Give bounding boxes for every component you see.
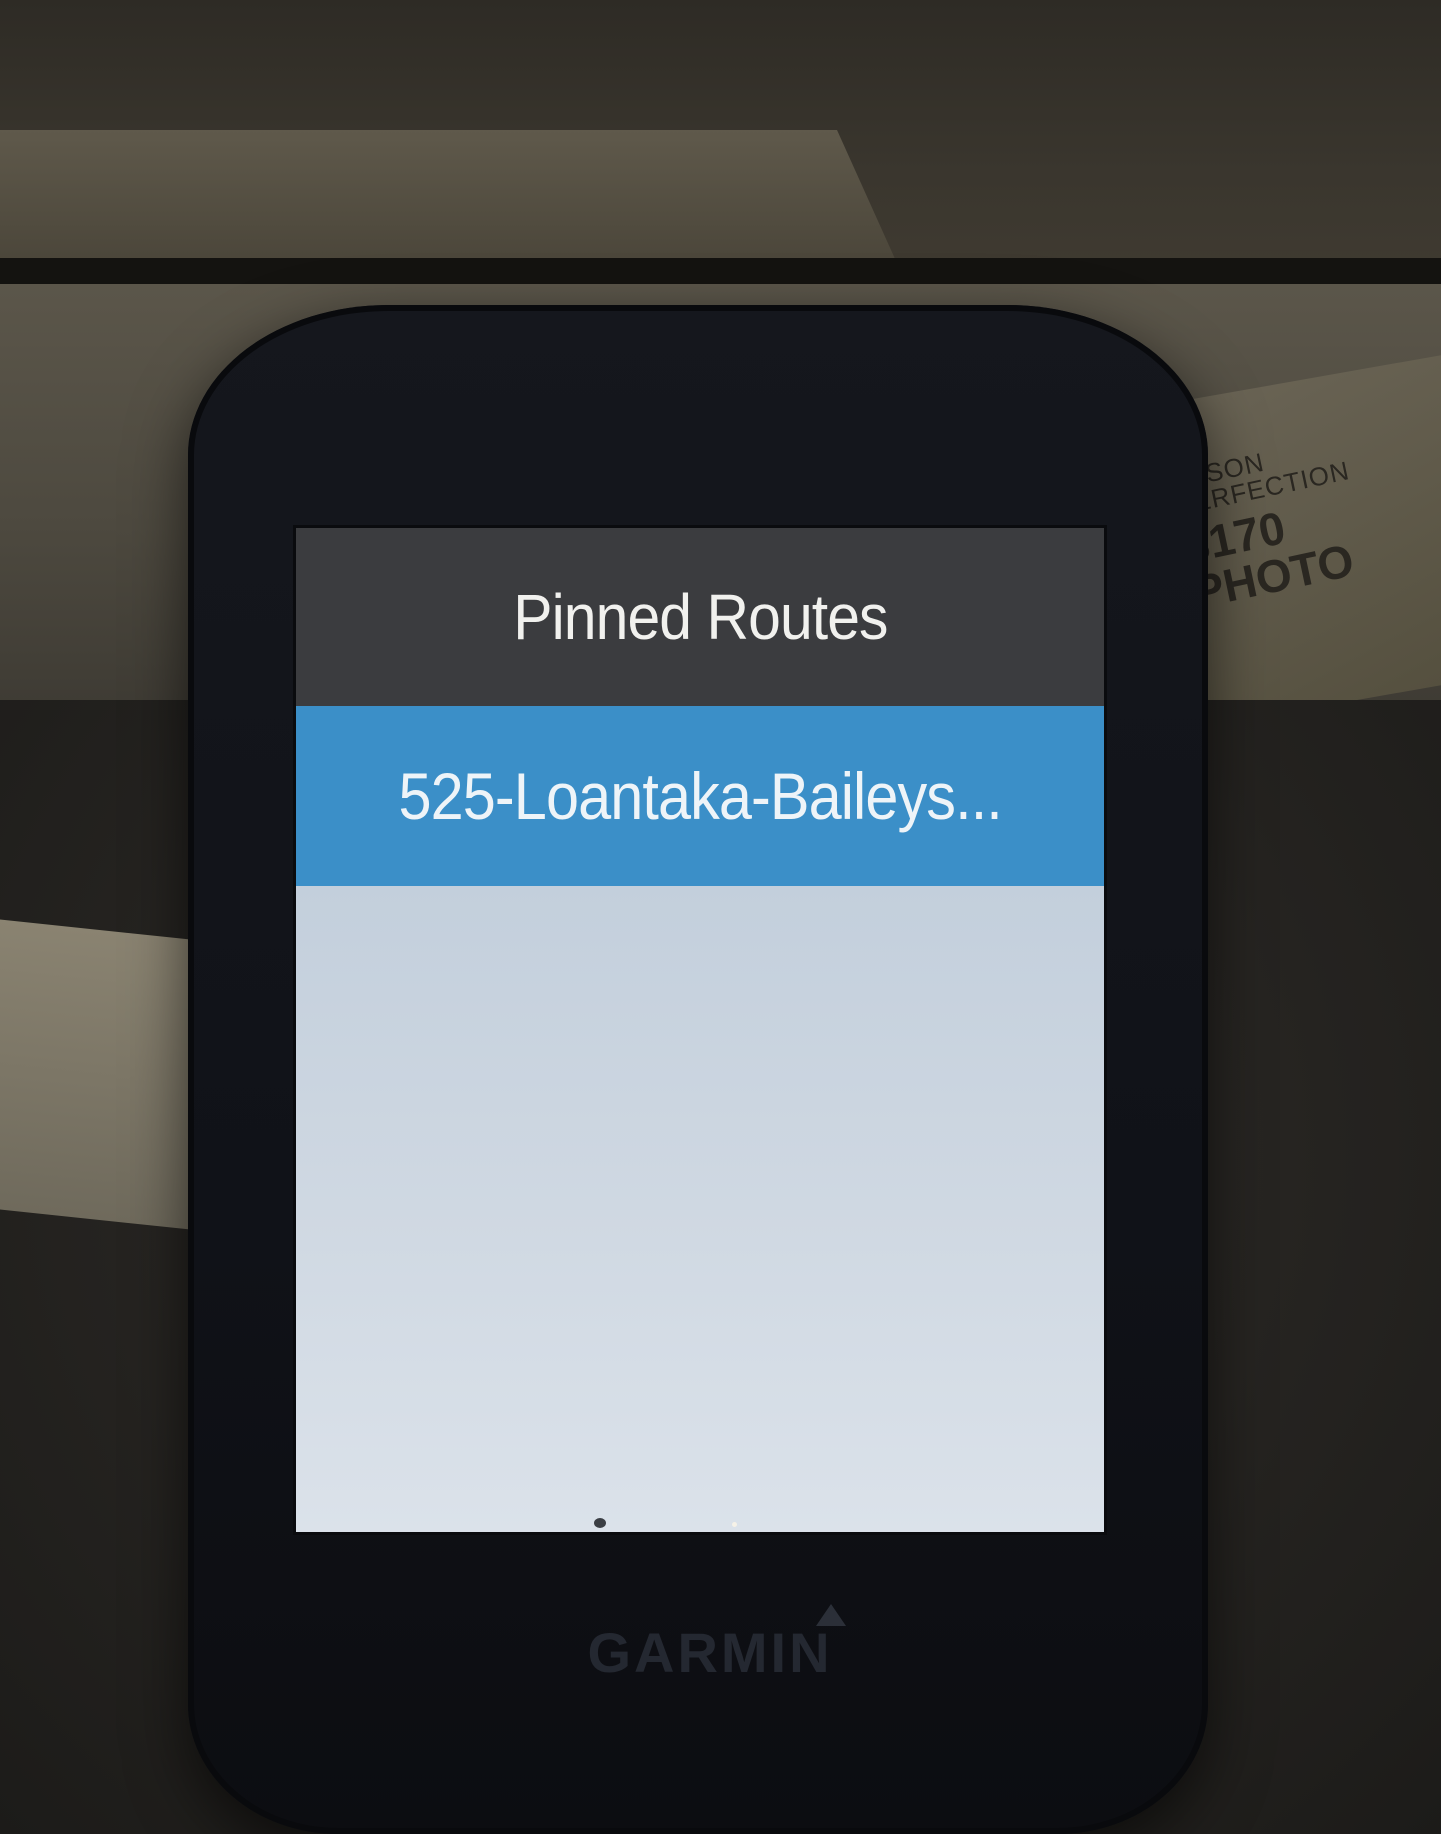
scanner-lid xyxy=(0,130,900,270)
light-glint xyxy=(732,1522,737,1527)
empty-list-area xyxy=(296,886,1104,1532)
scanner-edge xyxy=(0,258,1441,284)
device-screen: Pinned Routes 525-Loantaka-Baileys... xyxy=(296,528,1104,1532)
photo-scene: EPSON PERFECTION 3170 PHOTO Pinned Route… xyxy=(0,0,1441,1834)
screen-header: Pinned Routes xyxy=(296,528,1104,706)
route-list-item-selected[interactable]: 525-Loantaka-Baileys... xyxy=(296,706,1104,886)
brand-logo: GARMIN xyxy=(587,1621,833,1684)
route-label: 525-Loantaka-Baileys... xyxy=(398,759,1002,833)
page-title: Pinned Routes xyxy=(512,581,888,653)
dust-speck xyxy=(594,1518,606,1528)
paper-sheet xyxy=(0,919,200,1231)
